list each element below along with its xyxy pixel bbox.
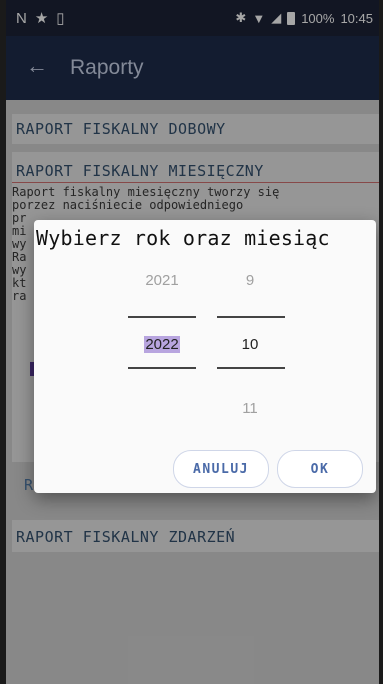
year-option-prev[interactable]: 2021 xyxy=(142,272,182,289)
month-option-next[interactable]: 11 xyxy=(235,400,265,417)
year-option-selected[interactable]: 2022 xyxy=(140,336,184,353)
cancel-button[interactable]: ANULUJ xyxy=(173,450,269,488)
month-option-prev[interactable]: 9 xyxy=(235,272,265,289)
ok-button[interactable]: OK xyxy=(277,450,363,488)
month-picker-line-top xyxy=(217,316,285,318)
year-picker-line-bottom xyxy=(128,367,196,369)
year-month-picker-dialog: Wybierz rok oraz miesiąc 2021 2022 9 10 … xyxy=(34,220,376,493)
dialog-title: Wybierz rok oraz miesiąc xyxy=(36,226,330,250)
obscured-report-letter: R xyxy=(24,476,34,494)
month-picker-line-bottom xyxy=(217,367,285,369)
year-picker-line-top xyxy=(128,316,196,318)
phone-screen: N ★ ▯ ✱ ▼ ◢ 100% 10:45 ← Raporty RAPORT … xyxy=(6,0,379,684)
month-option-selected[interactable]: 10 xyxy=(235,336,265,353)
